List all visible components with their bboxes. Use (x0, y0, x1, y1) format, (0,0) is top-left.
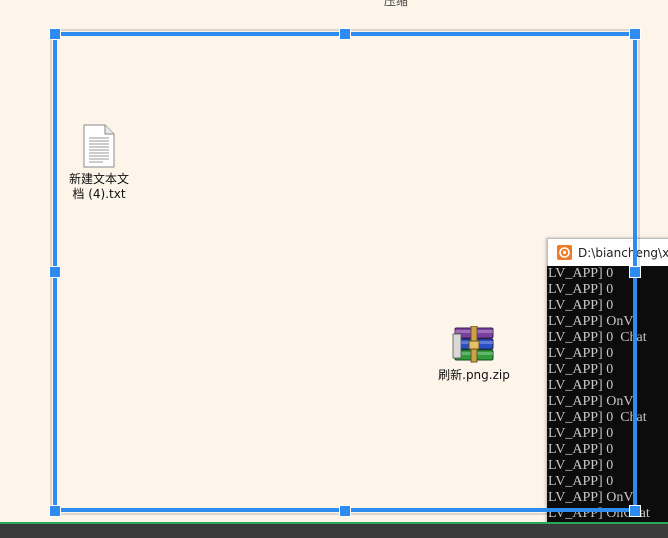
console-line: LV_APP] 0 (548, 362, 614, 377)
desktop-icon-label: 新建文本文档 (4).txt (59, 172, 139, 202)
text-file-icon (83, 124, 115, 168)
resize-handle-middle-left[interactable] (49, 266, 61, 278)
console-output[interactable]: LV_APP] 0 LV_APP] 0 LV_APP] 0 LV_APP] OnV LV… (547, 266, 668, 528)
console-line: LV_APP] OnChat (548, 506, 650, 521)
console-line: LV_APP] 0 (548, 298, 614, 313)
taskbar (0, 522, 668, 538)
console-line: LV_APP] 0 (548, 346, 614, 361)
desktop-icon-label-line: 新建文本文 (68, 172, 129, 186)
desktop-icon-label: 刷新.png.zip (438, 368, 510, 382)
resize-handle-top-left[interactable] (49, 28, 61, 40)
desktop-icon-zip-archive[interactable]: 刷新.png.zip (434, 326, 514, 383)
console-line: LV_APP] 0 (548, 378, 614, 393)
console-line: LV_APP] 0 (548, 458, 614, 473)
console-line: LV_APP] 0 (548, 474, 614, 489)
desktop: 压缩 新建文本文档 (4).txt 刷新.png.zip D:\bianchen… (0, 0, 668, 538)
console-window[interactable]: D:\biancheng\xm LV_APP] 0LV_APP] 0LV_APP… (547, 238, 668, 528)
resize-handle-bottom-right[interactable] (629, 505, 641, 517)
console-line: LV_APP] 0 (548, 442, 614, 457)
resize-handle-top-right[interactable] (629, 28, 641, 40)
console-line: LV_APP] 0 (548, 282, 614, 297)
console-line: LV_APP] 0 Chat (548, 330, 647, 345)
resize-handle-bottom-left[interactable] (49, 505, 61, 517)
resize-handle-middle-right[interactable] (629, 266, 641, 278)
console-line: LV_APP] OnV (548, 394, 634, 409)
console-line: LV_APP] 0 Chat (548, 410, 647, 425)
console-app-icon (557, 245, 572, 260)
console-titlebar[interactable]: D:\biancheng\xm (547, 238, 668, 266)
resize-handle-bottom-center[interactable] (339, 505, 351, 517)
console-line: LV_APP] 0 (548, 266, 614, 281)
winrar-archive-icon (452, 326, 494, 363)
console-title: D:\biancheng\xm (578, 246, 668, 260)
desktop-icon-label-line: 档 (4).txt (72, 187, 126, 201)
console-line: LV_APP] 0 (548, 426, 614, 441)
resize-handle-top-center[interactable] (339, 28, 351, 40)
console-line: LV_APP] OnV (548, 314, 634, 329)
console-line: LV_APP] OnV (548, 490, 634, 505)
top-text-fragment: 压缩 (384, 0, 409, 8)
desktop-icon-text-file[interactable]: 新建文本文档 (4).txt (59, 124, 139, 202)
